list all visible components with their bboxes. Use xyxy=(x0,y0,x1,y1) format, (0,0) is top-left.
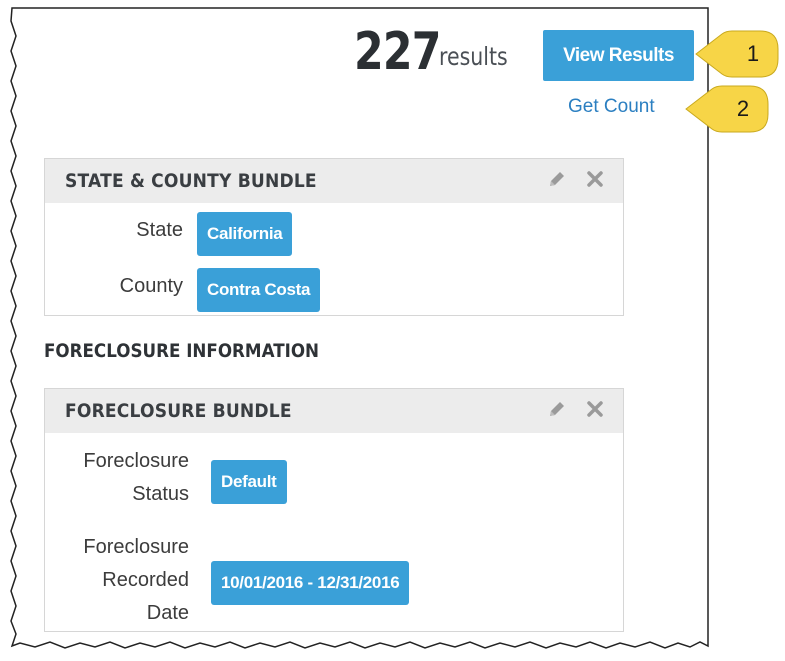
field-label: Foreclosure Status xyxy=(45,445,203,519)
section-heading: FORECLOSURE INFORMATION xyxy=(44,340,320,362)
bundle-header: STATE & COUNTY BUNDLE xyxy=(45,159,623,203)
label-line: Foreclosure xyxy=(83,536,189,558)
field-row-state: State California xyxy=(45,209,623,259)
value-chip[interactable]: 10/01/2016 - 12/31/2016 xyxy=(211,561,410,605)
label-line: Recorded xyxy=(102,569,189,591)
view-results-button[interactable]: View Results xyxy=(543,30,694,81)
close-icon[interactable] xyxy=(585,169,605,189)
state-county-bundle: STATE & COUNTY BUNDLE State California C… xyxy=(44,158,624,316)
close-icon[interactable] xyxy=(585,399,605,419)
callout-1: 1 xyxy=(688,28,785,80)
pencil-icon[interactable] xyxy=(547,399,567,419)
field-row-county: County Contra Costa xyxy=(45,265,623,315)
field-row-foreclosure-date: Foreclosure Recorded Date 10/01/2016 - 1… xyxy=(45,531,623,635)
callout-2: 2 xyxy=(678,83,778,135)
foreclosure-bundle: FORECLOSURE BUNDLE Foreclosure Status De… xyxy=(44,388,624,632)
get-count-link[interactable]: Get Count xyxy=(568,96,655,118)
label-line: Date xyxy=(146,602,189,624)
bundle-title: STATE & COUNTY BUNDLE xyxy=(65,170,317,192)
field-label: County xyxy=(119,275,183,297)
value-chip[interactable]: Default xyxy=(211,460,287,504)
result-count: 227 results xyxy=(335,22,523,82)
value-chip[interactable]: Contra Costa xyxy=(197,268,321,312)
label-line: Status xyxy=(132,483,189,505)
field-row-foreclosure-status: Foreclosure Status Default xyxy=(45,445,623,519)
field-label: State xyxy=(136,219,183,241)
callout-1-number: 1 xyxy=(746,41,760,66)
bundle-title: FORECLOSURE BUNDLE xyxy=(65,400,292,422)
label-line: Foreclosure xyxy=(83,450,189,472)
result-count-number: 227 xyxy=(354,22,441,82)
callout-2-number: 2 xyxy=(736,96,750,121)
pencil-icon[interactable] xyxy=(547,169,567,189)
value-chip[interactable]: California xyxy=(197,212,293,256)
bundle-header: FORECLOSURE BUNDLE xyxy=(45,389,623,433)
field-label: Foreclosure Recorded Date xyxy=(45,531,203,635)
result-count-label: results xyxy=(439,42,508,71)
